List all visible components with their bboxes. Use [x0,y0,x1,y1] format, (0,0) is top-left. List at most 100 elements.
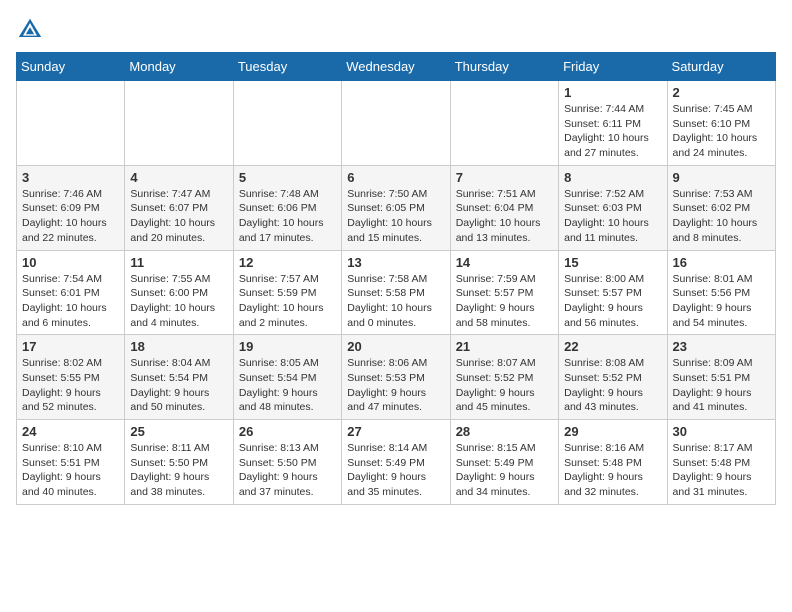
day-info: Sunrise: 7:44 AM Sunset: 6:11 PM Dayligh… [564,102,661,161]
page-header [16,16,776,44]
day-number: 6 [347,170,444,185]
day-info: Sunrise: 7:51 AM Sunset: 6:04 PM Dayligh… [456,187,553,246]
header-cell-saturday: Saturday [667,53,775,81]
day-number: 28 [456,424,553,439]
day-info: Sunrise: 8:00 AM Sunset: 5:57 PM Dayligh… [564,272,661,331]
day-cell: 12 Sunrise: 7:57 AM Sunset: 5:59 PM Dayli… [233,250,341,335]
day-info: Sunrise: 7:47 AM Sunset: 6:07 PM Dayligh… [130,187,227,246]
day-number: 12 [239,255,336,270]
day-number: 7 [456,170,553,185]
day-cell: 3 Sunrise: 7:46 AM Sunset: 6:09 PM Daylig… [17,165,125,250]
day-cell [450,81,558,166]
day-info: Sunrise: 8:02 AM Sunset: 5:55 PM Dayligh… [22,356,119,415]
day-cell: 29Sunrise: 8:16 AM Sunset: 5:48 PM Dayli… [559,420,667,505]
day-info: Sunrise: 8:08 AM Sunset: 5:52 PM Dayligh… [564,356,661,415]
day-number: 13 [347,255,444,270]
header-cell-thursday: Thursday [450,53,558,81]
week-row-5: 24Sunrise: 8:10 AM Sunset: 5:51 PM Dayli… [17,420,776,505]
day-number: 10 [22,255,119,270]
day-info: Sunrise: 7:55 AM Sunset: 6:00 PM Dayligh… [130,272,227,331]
day-info: Sunrise: 8:10 AM Sunset: 5:51 PM Dayligh… [22,441,119,500]
day-info: Sunrise: 8:11 AM Sunset: 5:50 PM Dayligh… [130,441,227,500]
day-number: 26 [239,424,336,439]
week-row-1: 1 Sunrise: 7:44 AM Sunset: 6:11 PM Daylig… [17,81,776,166]
day-info: Sunrise: 8:13 AM Sunset: 5:50 PM Dayligh… [239,441,336,500]
calendar-body: 1 Sunrise: 7:44 AM Sunset: 6:11 PM Daylig… [17,81,776,505]
day-cell: 22Sunrise: 8:08 AM Sunset: 5:52 PM Dayli… [559,335,667,420]
header-cell-monday: Monday [125,53,233,81]
day-number: 2 [673,85,770,100]
day-number: 9 [673,170,770,185]
day-number: 27 [347,424,444,439]
day-number: 8 [564,170,661,185]
day-cell: 4 Sunrise: 7:47 AM Sunset: 6:07 PM Daylig… [125,165,233,250]
day-info: Sunrise: 7:59 AM Sunset: 5:57 PM Dayligh… [456,272,553,331]
day-info: Sunrise: 7:57 AM Sunset: 5:59 PM Dayligh… [239,272,336,331]
day-number: 18 [130,339,227,354]
day-info: Sunrise: 7:48 AM Sunset: 6:06 PM Dayligh… [239,187,336,246]
day-cell [125,81,233,166]
day-cell: 21 Sunrise: 8:07 AM Sunset: 5:52 PM Dayli… [450,335,558,420]
day-number: 21 [456,339,553,354]
day-info: Sunrise: 7:58 AM Sunset: 5:58 PM Dayligh… [347,272,444,331]
day-number: 4 [130,170,227,185]
week-row-3: 10 Sunrise: 7:54 AM Sunset: 6:01 PM Dayli… [17,250,776,335]
day-cell: 2 Sunrise: 7:45 AM Sunset: 6:10 PM Daylig… [667,81,775,166]
day-cell: 27 Sunrise: 8:14 AM Sunset: 5:49 PM Dayli… [342,420,450,505]
day-info: Sunrise: 8:17 AM Sunset: 5:48 PM Dayligh… [673,441,770,500]
day-number: 5 [239,170,336,185]
day-cell: 11Sunrise: 7:55 AM Sunset: 6:00 PM Dayli… [125,250,233,335]
logo [16,16,48,44]
header-cell-wednesday: Wednesday [342,53,450,81]
day-number: 3 [22,170,119,185]
day-cell: 19Sunrise: 8:05 AM Sunset: 5:54 PM Dayli… [233,335,341,420]
day-info: Sunrise: 8:09 AM Sunset: 5:51 PM Dayligh… [673,356,770,415]
week-row-4: 17 Sunrise: 8:02 AM Sunset: 5:55 PM Dayli… [17,335,776,420]
day-info: Sunrise: 8:15 AM Sunset: 5:49 PM Dayligh… [456,441,553,500]
day-cell [233,81,341,166]
day-cell: 25 Sunrise: 8:11 AM Sunset: 5:50 PM Dayli… [125,420,233,505]
day-number: 30 [673,424,770,439]
day-cell: 30 Sunrise: 8:17 AM Sunset: 5:48 PM Dayli… [667,420,775,505]
day-cell: 23Sunrise: 8:09 AM Sunset: 5:51 PM Dayli… [667,335,775,420]
day-info: Sunrise: 7:45 AM Sunset: 6:10 PM Dayligh… [673,102,770,161]
day-number: 25 [130,424,227,439]
day-cell: 5 Sunrise: 7:48 AM Sunset: 6:06 PM Daylig… [233,165,341,250]
day-number: 1 [564,85,661,100]
header-row: SundayMondayTuesdayWednesdayThursdayFrid… [17,53,776,81]
day-cell: 28 Sunrise: 8:15 AM Sunset: 5:49 PM Dayli… [450,420,558,505]
day-cell: 6 Sunrise: 7:50 AM Sunset: 6:05 PM Daylig… [342,165,450,250]
day-info: Sunrise: 8:01 AM Sunset: 5:56 PM Dayligh… [673,272,770,331]
day-info: Sunrise: 8:14 AM Sunset: 5:49 PM Dayligh… [347,441,444,500]
week-row-2: 3 Sunrise: 7:46 AM Sunset: 6:09 PM Daylig… [17,165,776,250]
day-cell: 26 Sunrise: 8:13 AM Sunset: 5:50 PM Dayli… [233,420,341,505]
day-info: Sunrise: 7:46 AM Sunset: 6:09 PM Dayligh… [22,187,119,246]
day-number: 14 [456,255,553,270]
day-info: Sunrise: 8:06 AM Sunset: 5:53 PM Dayligh… [347,356,444,415]
day-cell: 18 Sunrise: 8:04 AM Sunset: 5:54 PM Dayli… [125,335,233,420]
day-info: Sunrise: 8:05 AM Sunset: 5:54 PM Dayligh… [239,356,336,415]
day-info: Sunrise: 7:50 AM Sunset: 6:05 PM Dayligh… [347,187,444,246]
day-info: Sunrise: 8:04 AM Sunset: 5:54 PM Dayligh… [130,356,227,415]
day-cell: 8Sunrise: 7:52 AM Sunset: 6:03 PM Daylig… [559,165,667,250]
day-cell: 14 Sunrise: 7:59 AM Sunset: 5:57 PM Dayli… [450,250,558,335]
day-number: 29 [564,424,661,439]
day-cell [17,81,125,166]
day-info: Sunrise: 7:53 AM Sunset: 6:02 PM Dayligh… [673,187,770,246]
header-cell-sunday: Sunday [17,53,125,81]
day-cell [342,81,450,166]
day-info: Sunrise: 7:54 AM Sunset: 6:01 PM Dayligh… [22,272,119,331]
header-cell-tuesday: Tuesday [233,53,341,81]
header-cell-friday: Friday [559,53,667,81]
day-cell: 9 Sunrise: 7:53 AM Sunset: 6:02 PM Daylig… [667,165,775,250]
day-info: Sunrise: 8:07 AM Sunset: 5:52 PM Dayligh… [456,356,553,415]
day-cell: 16Sunrise: 8:01 AM Sunset: 5:56 PM Dayli… [667,250,775,335]
day-cell: 1 Sunrise: 7:44 AM Sunset: 6:11 PM Daylig… [559,81,667,166]
day-cell: 17 Sunrise: 8:02 AM Sunset: 5:55 PM Dayli… [17,335,125,420]
day-number: 20 [347,339,444,354]
day-cell: 10 Sunrise: 7:54 AM Sunset: 6:01 PM Dayli… [17,250,125,335]
day-cell: 24Sunrise: 8:10 AM Sunset: 5:51 PM Dayli… [17,420,125,505]
day-number: 17 [22,339,119,354]
calendar-header: SundayMondayTuesdayWednesdayThursdayFrid… [17,53,776,81]
day-cell: 15Sunrise: 8:00 AM Sunset: 5:57 PM Dayli… [559,250,667,335]
